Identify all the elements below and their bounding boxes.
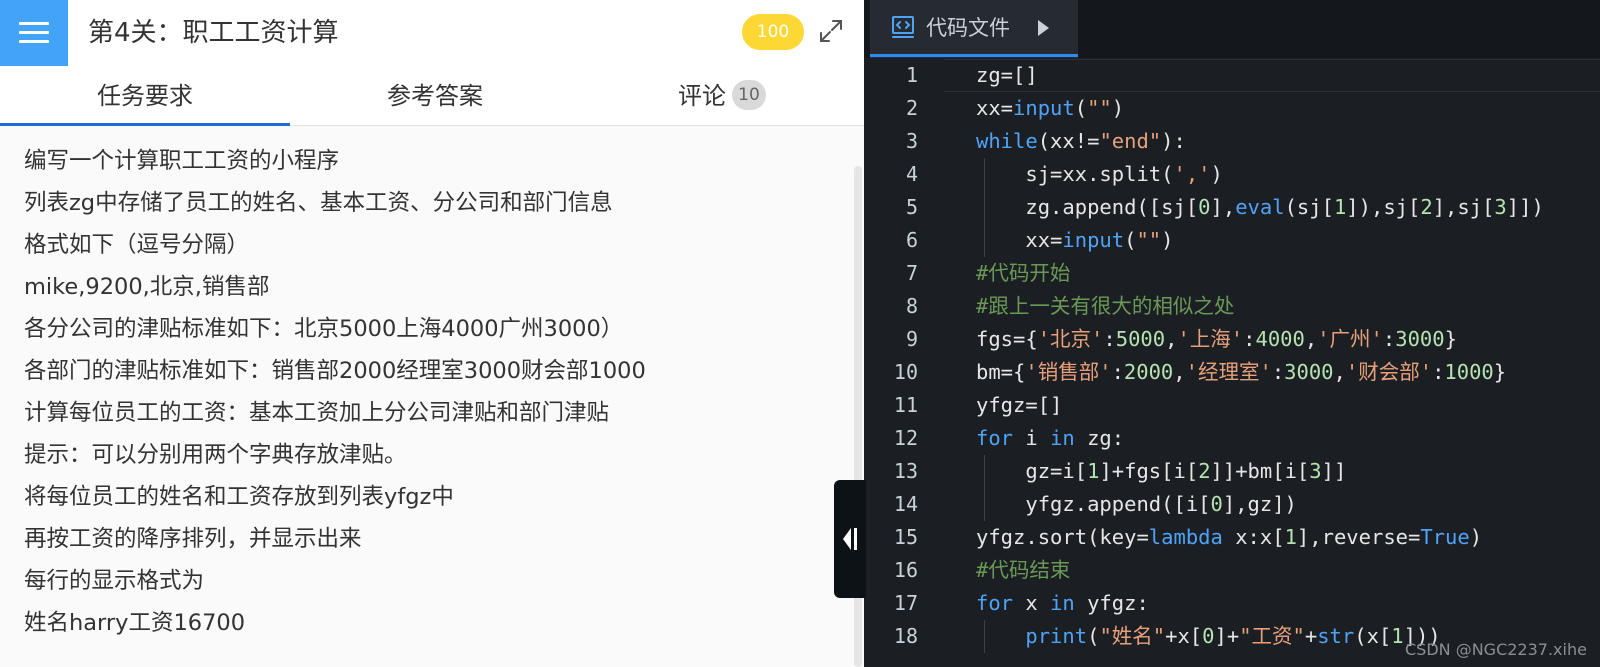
tab-comments-label: 评论 [678, 82, 726, 110]
code-line: #代码开始 [976, 261, 1071, 285]
indent-guide [984, 158, 985, 257]
level-title: 第4关：职工工资计算 [88, 18, 339, 48]
score-badge: 100 [742, 14, 804, 50]
code-file-icon [892, 16, 914, 38]
code-line: gz=i[1]+fgs[i[2]]+bm[i[3]] [976, 459, 1347, 483]
code-line: yfgz=[] [976, 393, 1063, 417]
line-number: 4 [905, 162, 918, 186]
indent-guide [984, 455, 985, 521]
task-line: 计算每位员工的工资：基本工资加上分公司津贴和部门津贴 [24, 400, 610, 426]
line-number: 8 [905, 294, 918, 318]
indent-guide [984, 620, 985, 653]
code-line: zg=[] [976, 63, 1038, 87]
comment-count-badge: 10 [732, 80, 766, 110]
code-line: zg.append([sj[0],eval(sj[1]),sj[2],sj[3]… [976, 195, 1544, 219]
tab-reference-answer[interactable]: 参考答案 [290, 66, 580, 126]
task-line: 格式如下（逗号分隔） [24, 232, 250, 258]
tab-task-requirements[interactable]: 任务要求 [0, 66, 290, 126]
line-number: 10 [893, 360, 918, 384]
code-line: sj=xx.split(',') [976, 162, 1223, 186]
expand-icon[interactable] [818, 18, 844, 44]
code-line: for x in yfgz: [976, 591, 1149, 615]
code-editor: 代码文件 1 2 3 4 5 6 7 8 9 10 11 12 13 14 15 16 17 18 zg=[] xx… [864, 0, 1600, 667]
menu-icon[interactable] [0, 0, 68, 66]
code-line: yfgz.sort(key=lambda x:x[1],reverse=True… [976, 525, 1483, 549]
code-line: bm={'销售部':2000,'经理室':3000,'财会部':1000} [976, 360, 1507, 384]
task-line: 姓名harry工资16700 [24, 610, 246, 636]
line-number: 16 [893, 558, 918, 582]
line-number: 6 [905, 228, 918, 252]
line-number: 13 [893, 459, 918, 483]
task-panel: 第4关：职工工资计算 100 任务要求 参考答案 评论 10 编写一个计算职工工资… [0, 0, 864, 667]
tab-comments[interactable]: 评论 10 [580, 66, 864, 126]
code-file-tab-label: 代码文件 [926, 16, 1010, 40]
code-line: #代码结束 [976, 558, 1071, 582]
level-header: 第4关：职工工资计算 100 [0, 0, 864, 66]
line-number: 18 [893, 624, 918, 648]
code-line: xx=input("") [976, 228, 1174, 252]
code-line: while(xx!="end"): [976, 129, 1186, 153]
task-line: 将每位员工的姓名和工资存放到列表yfgz中 [24, 484, 454, 510]
line-number: 15 [893, 525, 918, 549]
task-line: mike,9200,北京,销售部 [24, 274, 270, 300]
code-line: for i in zg: [976, 426, 1125, 450]
task-description: 编写一个计算职工工资的小程序 列表zg中存储了员工的姓名、基本工资、分公司和部门… [24, 140, 844, 644]
code-text-area[interactable]: zg=[] xx=input("") while(xx!="end"): sj=xx… [976, 59, 1544, 653]
task-line: 各部门的津贴标准如下：销售部2000经理室3000财会部1000 [24, 358, 646, 384]
line-number: 12 [893, 426, 918, 450]
task-line: 各分公司的津贴标准如下：北京5000上海4000广州3000） [24, 316, 624, 342]
line-number: 5 [905, 195, 918, 219]
code-line: yfgz.append([i[0],gz]) [976, 492, 1297, 516]
line-number: 9 [905, 327, 918, 351]
line-number-gutter: 1 2 3 4 5 6 7 8 9 10 11 12 13 14 15 16 17 18 [864, 59, 944, 653]
line-number: 7 [905, 261, 918, 285]
line-number: 2 [905, 96, 918, 120]
line-number: 14 [893, 492, 918, 516]
file-tab-indicator [870, 54, 1078, 57]
code-line: fgs={'北京':5000,'上海':4000,'广州':3000} [976, 327, 1457, 351]
task-line: 编写一个计算职工工资的小程序 [24, 148, 340, 174]
code-line: #跟上一关有很大的相似之处 [976, 294, 1235, 318]
line-number: 1 [905, 63, 918, 87]
line-number: 11 [893, 393, 918, 417]
play-arrow-icon[interactable] [1038, 20, 1049, 36]
line-number: 17 [893, 591, 918, 615]
task-line: 每行的显示格式为 [24, 568, 205, 594]
active-tab-indicator [0, 123, 290, 126]
task-line: 再按工资的降序排列，并显示出来 [24, 526, 362, 552]
collapse-panel-icon [843, 528, 857, 550]
task-tabs: 任务要求 参考答案 评论 10 [0, 66, 864, 126]
line-number: 3 [905, 129, 918, 153]
collapse-panel-handle[interactable] [834, 480, 866, 598]
editor-tab-bar: 代码文件 [864, 0, 1600, 58]
code-line: xx=input("") [976, 96, 1125, 120]
code-file-tab[interactable]: 代码文件 [870, 0, 1078, 58]
watermark: CSDN @NGC2237.xihe [1405, 640, 1587, 659]
task-line: 列表zg中存储了员工的姓名、基本工资、分公司和部门信息 [24, 190, 613, 216]
task-line: 提示：可以分别用两个字典存放津贴。 [24, 442, 407, 468]
